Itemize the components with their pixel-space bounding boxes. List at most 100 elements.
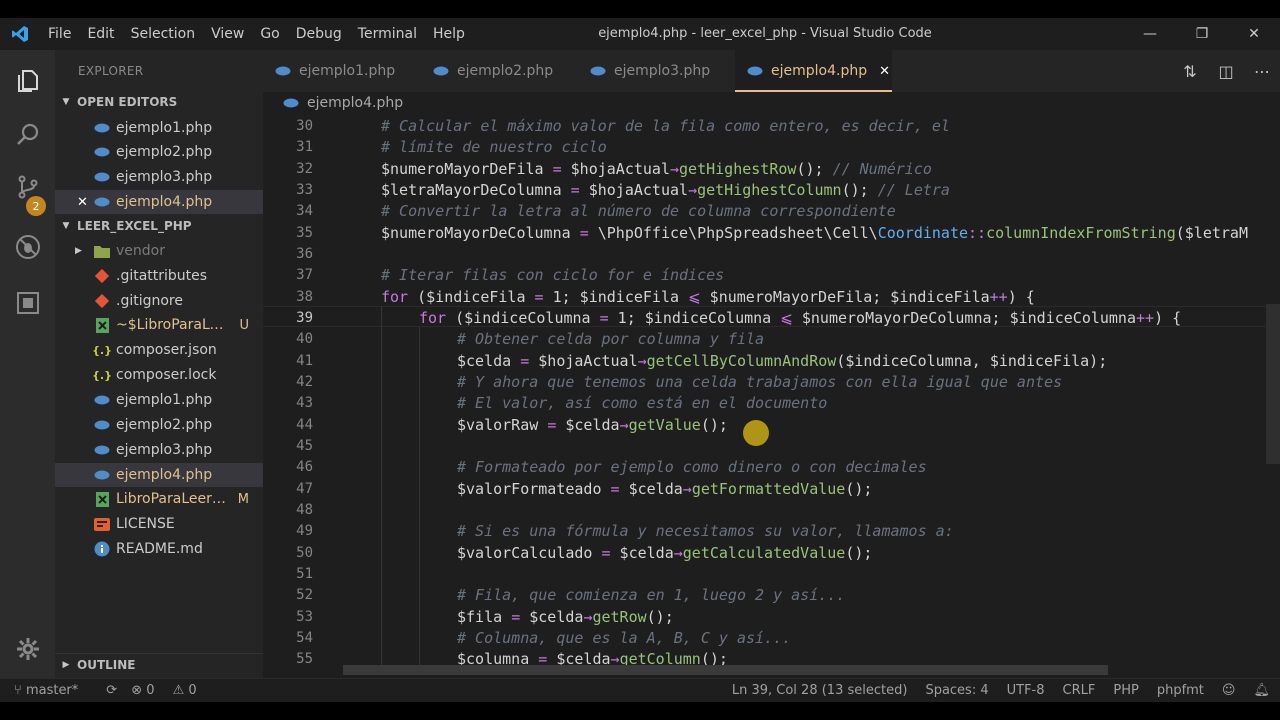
close-window-button[interactable]: ✕ <box>1228 18 1280 50</box>
tree-item-composer-json[interactable]: {.} composer.json <box>55 338 263 362</box>
tree-item-label: composer.lock <box>116 367 217 383</box>
line-number: 30 <box>296 118 313 134</box>
php-file-icon <box>93 193 111 211</box>
explorer-title: EXPLORER <box>78 64 144 78</box>
tree-item-label: LICENSE <box>116 516 175 532</box>
activity-bar: 2 <box>0 50 55 678</box>
tree-item-label: LibroParaLeerC... <box>116 491 231 507</box>
code-line: $fila = $celda→getRow(); <box>457 607 674 626</box>
settings-gear-icon[interactable] <box>0 624 55 674</box>
breadcrumb-file[interactable]: ejemplo4.php <box>307 95 403 111</box>
tree-item-gitattributes[interactable]: .gitattributes <box>55 264 263 288</box>
open-editor-label: ejemplo4.php <box>116 194 213 210</box>
tree-item-gitignore[interactable]: .gitignore <box>55 289 263 313</box>
more-actions-icon[interactable]: ⋯ <box>1244 62 1280 81</box>
open-editor-label: ejemplo1.php <box>116 120 213 136</box>
open-editors-section[interactable]: ▼ OPEN EDITORS <box>55 91 263 113</box>
tree-item-composer-lock[interactable]: {.} composer.lock <box>55 363 263 387</box>
menu-file[interactable]: File <box>40 18 79 50</box>
tree-item-ejemplo2[interactable]: ejemplo2.php <box>55 413 263 437</box>
line-number: 52 <box>296 587 313 604</box>
minimize-button[interactable]: — <box>1124 18 1176 50</box>
code-editor[interactable]: 30 # Calcular el máximo valor de la fila … <box>263 114 1280 678</box>
formatter[interactable]: phpfmt <box>1157 683 1204 698</box>
encoding[interactable]: UTF-8 <box>1007 683 1045 698</box>
menu-terminal[interactable]: Terminal <box>350 18 425 50</box>
indentation[interactable]: Spaces: 4 <box>925 683 988 698</box>
open-editor-item[interactable]: ejemplo2.php <box>55 140 263 164</box>
restore-button[interactable]: ❐ <box>1176 18 1228 50</box>
code-line: $celda = $hojaActual→getCellByColumnAndR… <box>457 351 1108 370</box>
tree-item-label: .gitattributes <box>116 268 208 284</box>
sync-icon[interactable]: ⟳ <box>106 683 117 698</box>
language-mode[interactable]: PHP <box>1113 683 1138 698</box>
branch-name: master* <box>25 683 79 698</box>
code-line: $letraMayorDeColumna = $hojaActual→getHi… <box>381 180 950 199</box>
line-number: 54 <box>296 629 313 646</box>
menu-help[interactable]: Help <box>425 18 473 50</box>
feedback-smiley-icon[interactable]: ☺ <box>1222 683 1236 698</box>
menu-view[interactable]: View <box>203 18 252 50</box>
cursor-position[interactable]: Ln 39, Col 28 (13 selected) <box>732 683 908 698</box>
project-section[interactable]: ▼ LEER_EXCEL_PHP <box>55 215 263 237</box>
search-icon[interactable] <box>0 110 55 160</box>
open-editor-item-active[interactable]: ✕ ejemplo4.php <box>55 190 263 214</box>
line-number: 44 <box>296 416 313 433</box>
problems-indicator[interactable]: ⊗ 0 ⚠ 0 <box>131 683 211 698</box>
close-tab-icon[interactable]: ✕ <box>879 64 890 79</box>
git-branch[interactable]: ⑂ master* <box>14 683 92 698</box>
php-file-icon <box>93 441 111 459</box>
open-editor-item[interactable]: ejemplo3.php <box>55 165 263 189</box>
open-editor-item[interactable]: ejemplo1.php <box>55 116 263 140</box>
line-number: 41 <box>296 352 313 369</box>
notifications-bell-icon[interactable]: 🔔︎ <box>1253 683 1270 698</box>
window-controls: — ❐ ✕ <box>1124 18 1280 50</box>
code-line: for ($indiceFila = 1; $indiceFila ⩽ $num… <box>381 287 1035 306</box>
tree-item-vendor[interactable]: ▶ vendor <box>55 239 263 263</box>
explorer-sidebar: EXPLORER ▼ OPEN EDITORS ejemplo1.php eje… <box>55 50 263 678</box>
title-bar: File Edit Selection View Go Debug Termin… <box>0 18 1280 50</box>
tree-item-license[interactable]: LICENSE <box>55 512 263 536</box>
tree-item-libro[interactable]: LibroParaLeerC... M <box>55 487 263 511</box>
menu-selection[interactable]: Selection <box>123 18 204 50</box>
debug-icon[interactable] <box>0 222 55 272</box>
json-braces-icon: {.} <box>92 343 112 357</box>
tree-item-readme[interactable]: README.md <box>55 537 263 561</box>
breadcrumb: ejemplo4.php <box>263 92 1280 114</box>
tree-item-ejemplo3[interactable]: ejemplo3.php <box>55 438 263 462</box>
line-number: 47 <box>296 480 313 497</box>
tab-ejemplo2[interactable]: ejemplo2.php <box>433 50 553 92</box>
project-label: LEER_EXCEL_PHP <box>77 219 192 233</box>
tab-ejemplo4-active[interactable]: ejemplo4.php ✕ <box>735 50 892 92</box>
code-line: # El valor, así como está en el document… <box>457 394 828 413</box>
line-number: 48 <box>296 501 313 518</box>
menu-edit[interactable]: Edit <box>79 18 122 50</box>
extensions-icon[interactable] <box>0 278 55 328</box>
close-editor-icon[interactable]: ✕ <box>77 195 93 210</box>
tab-label: ejemplo3.php <box>614 63 711 79</box>
git-status-modified: M <box>237 491 249 507</box>
files-icon[interactable] <box>0 56 55 106</box>
line-number: 55 <box>296 651 313 668</box>
menu-debug[interactable]: Debug <box>288 18 350 50</box>
tab-ejemplo1[interactable]: ejemplo1.php <box>275 50 395 92</box>
tree-item-ejemplo4-selected[interactable]: ejemplo4.php <box>55 463 263 487</box>
line-number: 42 <box>296 373 313 390</box>
horizontal-scrollbar[interactable] <box>343 665 1108 675</box>
line-number: 46 <box>296 459 313 476</box>
end-of-line[interactable]: CRLF <box>1063 683 1096 698</box>
tree-item-libro-temp[interactable]: ~$LibroParaLee... U <box>55 313 263 337</box>
tree-item-label: ~$LibroParaLee... <box>116 317 231 333</box>
open-changes-icon[interactable]: ⇅ <box>1172 62 1208 81</box>
code-line: $valorCalculado = $celda→getCalculatedVa… <box>457 543 873 562</box>
php-file-icon <box>93 168 111 186</box>
outline-section[interactable]: ▶ OUTLINE <box>55 653 263 675</box>
line-number: 40 <box>296 331 313 348</box>
tree-item-label: vendor <box>116 243 165 259</box>
split-editor-icon[interactable]: ◫ <box>1208 62 1244 81</box>
vertical-scrollbar[interactable] <box>1266 304 1280 464</box>
menu-go[interactable]: Go <box>252 18 287 50</box>
vscode-logo-icon <box>0 18 40 50</box>
tab-ejemplo3[interactable]: ejemplo3.php <box>590 50 710 92</box>
tree-item-ejemplo1[interactable]: ejemplo1.php <box>55 388 263 412</box>
